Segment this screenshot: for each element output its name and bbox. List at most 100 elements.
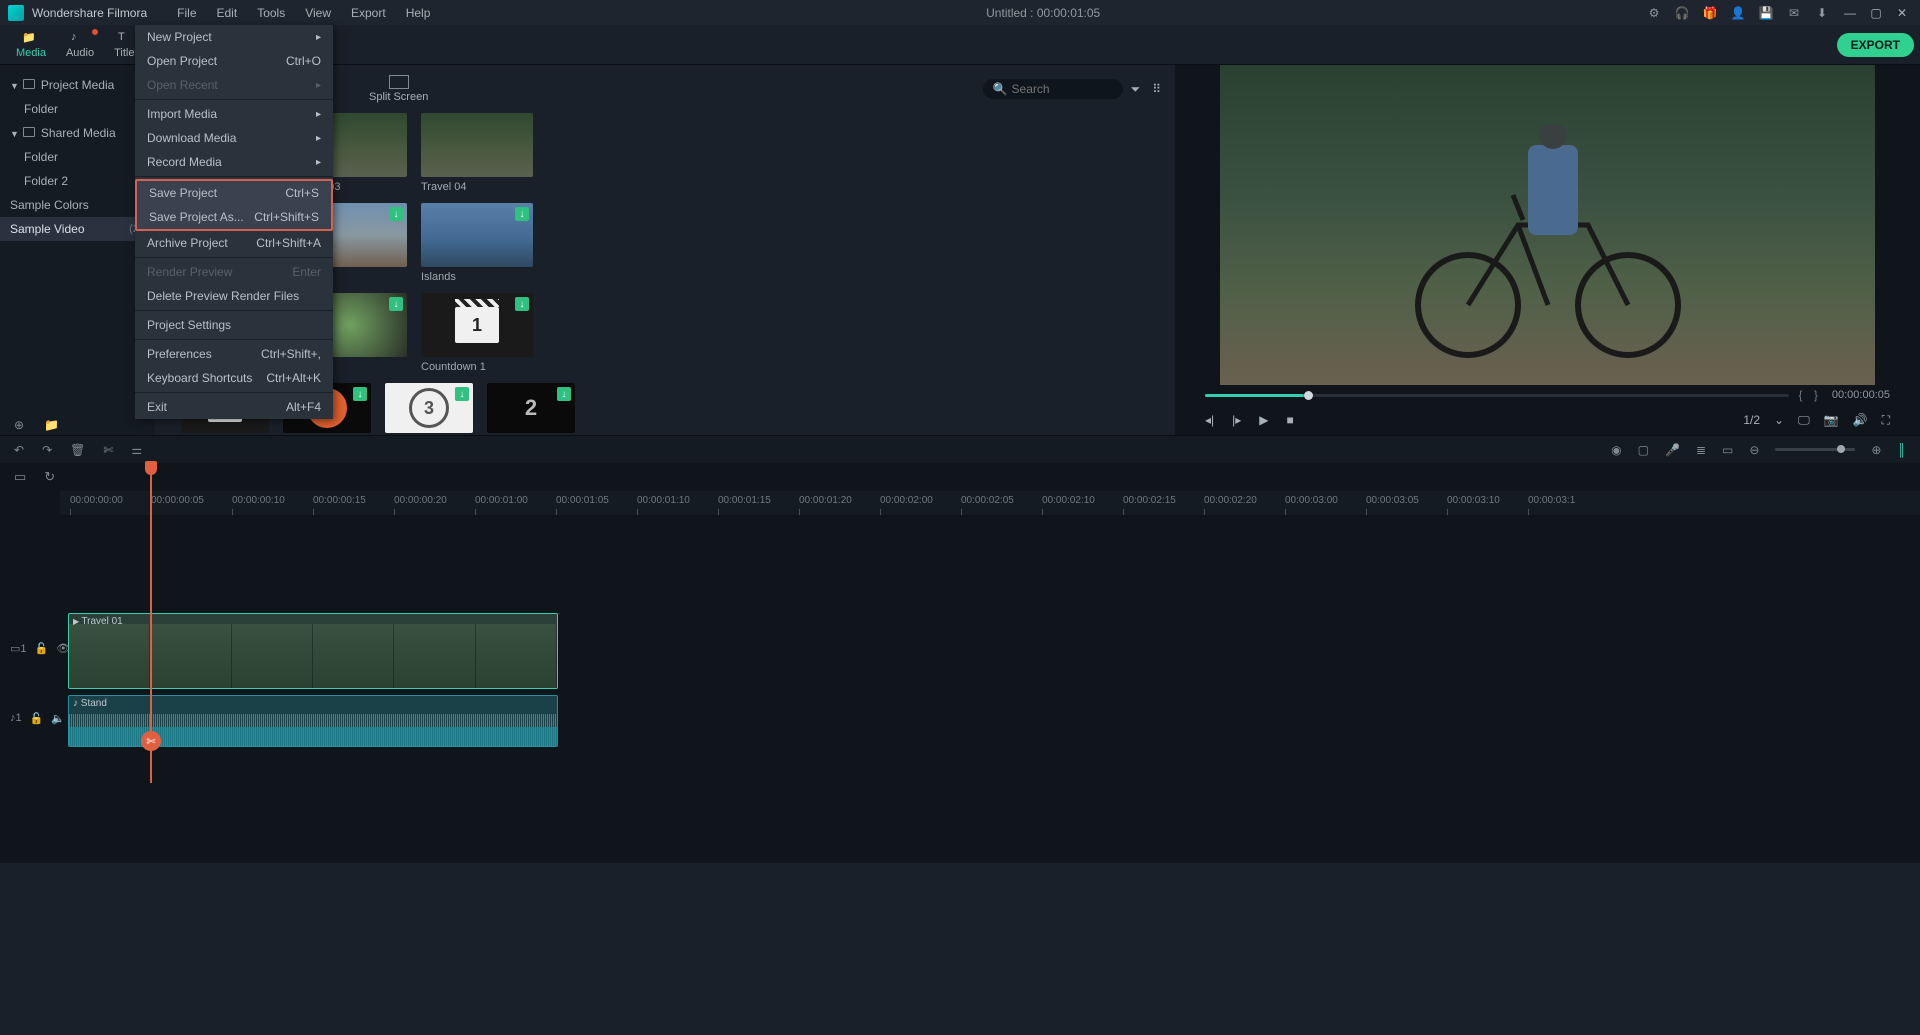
mute-icon[interactable]: 🔈: [51, 712, 65, 725]
menu-record-media[interactable]: Record Media▸: [135, 150, 333, 174]
lock-icon[interactable]: 🔓: [35, 642, 49, 655]
save-icon[interactable]: 💾: [1758, 5, 1774, 21]
download-badge-icon[interactable]: ↓: [557, 387, 571, 401]
sidebar-sample-video[interactable]: Sample Video (20: [0, 217, 155, 241]
snapshot-icon[interactable]: 📷: [1824, 413, 1839, 427]
undo-icon[interactable]: ↶: [14, 443, 24, 457]
menu-edit[interactable]: Edit: [207, 2, 248, 24]
sidebar-folder[interactable]: Folder: [0, 97, 155, 121]
split-screen-tab[interactable]: Split Screen: [369, 75, 428, 103]
close-icon[interactable]: ✕: [1892, 3, 1912, 23]
download-icon[interactable]: ⬇: [1814, 5, 1830, 21]
cut-handle-icon[interactable]: ✄: [141, 731, 161, 751]
marker-icon[interactable]: ▢: [1638, 443, 1649, 457]
account-icon[interactable]: 👤: [1730, 5, 1746, 21]
menu-archive-project[interactable]: Archive ProjectCtrl+Shift+A: [135, 231, 333, 255]
sidebar-project-media[interactable]: ▼Project Media (: [0, 73, 155, 97]
play-icon[interactable]: ▶: [1259, 413, 1268, 427]
next-frame-icon[interactable]: |▸: [1232, 413, 1241, 427]
menu-file[interactable]: File: [167, 2, 206, 24]
timeline-link-icon[interactable]: ↻: [44, 469, 55, 485]
render-icon[interactable]: ◉: [1611, 443, 1621, 457]
volume-icon[interactable]: 🔊: [1853, 413, 1868, 427]
preview-scrubber[interactable]: { } 00:00:00:05: [1195, 385, 1900, 405]
playhead[interactable]: ✄: [150, 463, 152, 783]
search-box[interactable]: 🔍: [983, 79, 1123, 99]
zoom-out-icon[interactable]: ⊖: [1749, 443, 1759, 457]
media-thumb[interactable]: 3↓: [385, 383, 473, 433]
media-item[interactable]: ↓Islands: [421, 203, 533, 283]
menu-new-project[interactable]: New Project▸: [135, 25, 333, 49]
zoom-slider[interactable]: [1775, 448, 1855, 451]
download-badge-icon[interactable]: ↓: [515, 297, 529, 311]
cut-icon[interactable]: ✄: [103, 443, 113, 457]
menu-exit[interactable]: ExitAlt+F4: [135, 395, 333, 419]
zoom-fit-icon[interactable]: ║: [1897, 443, 1906, 457]
preview-video[interactable]: [1220, 65, 1875, 385]
menu-open-project[interactable]: Open ProjectCtrl+O: [135, 49, 333, 73]
preview-ratio[interactable]: 1/2: [1743, 413, 1760, 427]
download-badge-icon[interactable]: ↓: [389, 207, 403, 221]
keyframe-icon[interactable]: ▭: [1722, 443, 1733, 457]
open-folder-icon[interactable]: 📁: [44, 418, 59, 432]
tab-audio[interactable]: ♪ Audio: [56, 29, 104, 61]
scrub-track[interactable]: [1205, 394, 1789, 397]
prev-frame-icon[interactable]: ◂|: [1205, 413, 1214, 427]
delete-icon[interactable]: 🗑: [70, 443, 85, 457]
video-clip[interactable]: Travel 01: [68, 613, 558, 689]
menu-tools[interactable]: Tools: [247, 2, 295, 24]
menu-delete-preview[interactable]: Delete Preview Render Files: [135, 284, 333, 308]
sidebar-folder-1[interactable]: Folder: [0, 145, 155, 169]
scrub-handle[interactable]: [1304, 391, 1313, 400]
stop-icon[interactable]: ■: [1287, 413, 1294, 427]
menu-project-settings[interactable]: Project Settings: [135, 313, 333, 337]
gift-icon[interactable]: 🎁: [1702, 5, 1718, 21]
ratio-dropdown-icon[interactable]: ⌄: [1774, 413, 1784, 427]
export-button[interactable]: EXPORT: [1837, 33, 1914, 57]
mixer-icon[interactable]: ≣: [1696, 443, 1706, 457]
media-item[interactable]: 1↓Countdown 1: [421, 293, 533, 373]
filter-icon[interactable]: ⏷: [1131, 82, 1141, 97]
zoom-in-icon[interactable]: ⊕: [1871, 443, 1881, 457]
menu-preferences[interactable]: PreferencesCtrl+Shift+,: [135, 342, 333, 366]
menu-render-preview[interactable]: Render PreviewEnter: [135, 260, 333, 284]
download-badge-icon[interactable]: ↓: [515, 207, 529, 221]
chevron-down-icon: ▼: [10, 81, 19, 91]
timeline-select-icon[interactable]: ▭: [14, 469, 26, 485]
media-thumb[interactable]: 2↓: [487, 383, 575, 433]
headphones-icon[interactable]: 🎧: [1674, 5, 1690, 21]
download-badge-icon[interactable]: ↓: [353, 387, 367, 401]
menu-view[interactable]: View: [295, 2, 341, 24]
download-badge-icon[interactable]: ↓: [389, 297, 403, 311]
menu-download-media[interactable]: Download Media▸: [135, 126, 333, 150]
search-input[interactable]: [1012, 82, 1102, 96]
tab-media[interactable]: 📁 Media: [6, 29, 56, 61]
download-badge-icon[interactable]: ↓: [455, 387, 469, 401]
menu-open-recent[interactable]: Open Recent▸: [135, 73, 333, 97]
redo-icon[interactable]: ↷: [42, 443, 52, 457]
mail-icon[interactable]: ✉: [1786, 5, 1802, 21]
lock-icon[interactable]: 🔓: [30, 712, 44, 725]
menu-export[interactable]: Export: [341, 2, 396, 24]
minimize-icon[interactable]: —: [1840, 3, 1860, 23]
grid-view-icon[interactable]: ⠿: [1152, 82, 1161, 97]
voiceover-icon[interactable]: 🎤: [1665, 443, 1680, 457]
menu-save-project[interactable]: Save ProjectCtrl+S: [137, 181, 331, 205]
menu-keyboard-shortcuts[interactable]: Keyboard ShortcutsCtrl+Alt+K: [135, 366, 333, 390]
audio-clip-label: Stand: [73, 698, 107, 709]
display-icon[interactable]: 🖵: [1798, 413, 1810, 428]
fullscreen-icon[interactable]: ⛶: [1882, 413, 1890, 428]
timeline-ruler[interactable]: 00:00:00:0000:00:00:0500:00:00:1000:00:0…: [60, 491, 1920, 515]
sidebar-folder-2[interactable]: Folder 2: [0, 169, 155, 193]
zoom-handle[interactable]: [1837, 445, 1845, 453]
sidebar-sample-colors[interactable]: Sample Colors (: [0, 193, 155, 217]
media-item[interactable]: Travel 04: [421, 113, 533, 193]
settings-gear-icon[interactable]: ⚙: [1646, 5, 1662, 21]
menu-import-media[interactable]: Import Media▸: [135, 102, 333, 126]
adjust-icon[interactable]: ⚌: [131, 443, 142, 457]
sidebar-shared-media[interactable]: ▼Shared Media (: [0, 121, 155, 145]
menu-save-project-as[interactable]: Save Project As...Ctrl+Shift+S: [137, 205, 331, 229]
maximize-icon[interactable]: ▢: [1866, 3, 1886, 23]
menu-help[interactable]: Help: [396, 2, 441, 24]
add-folder-icon[interactable]: ⊕: [14, 418, 24, 432]
